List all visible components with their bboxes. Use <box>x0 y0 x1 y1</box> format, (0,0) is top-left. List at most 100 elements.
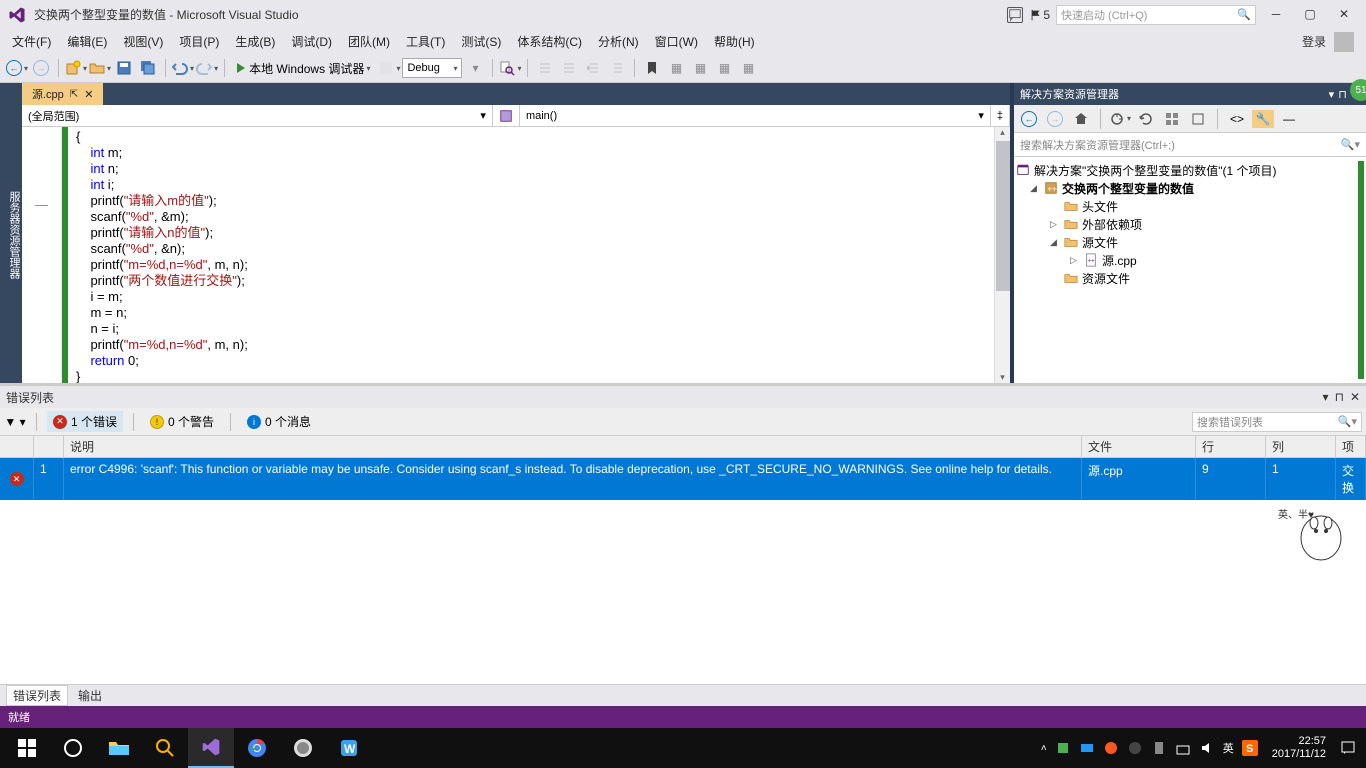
properties-icon[interactable]: 🔧 <box>1252 108 1274 130</box>
expand-icon[interactable]: ◢ <box>1050 237 1060 248</box>
menu-item[interactable]: 团队(M) <box>340 30 398 53</box>
menu-item[interactable]: 体系结构(C) <box>509 30 590 53</box>
forward-icon[interactable]: → <box>1044 108 1066 130</box>
start-debugging-button[interactable]: 本地 Windows 调试器 ▾ <box>231 57 376 79</box>
solution-config-dropdown[interactable]: Debug ▾ <box>402 58 462 78</box>
error-list-tab[interactable]: 错误列表 <box>6 685 68 706</box>
sogou-icon[interactable]: S <box>1242 740 1258 756</box>
notifications-flag[interactable]: 5 <box>1029 8 1050 22</box>
solution-search-input[interactable]: 搜索解决方案资源管理器(Ctrl+;) 🔍▾ <box>1014 133 1366 157</box>
action-center-icon[interactable] <box>1340 740 1356 756</box>
tray-icon-2[interactable] <box>1079 740 1095 756</box>
file-explorer-button[interactable] <box>96 728 142 768</box>
source-file-node[interactable]: ▷ ++ 源.cpp <box>1016 251 1358 269</box>
start-button[interactable] <box>4 728 50 768</box>
new-project-button[interactable]: ▾ <box>65 57 87 79</box>
chrome-button[interactable] <box>234 728 280 768</box>
undo-button[interactable]: ▾ <box>172 57 194 79</box>
pin-panel-icon[interactable]: ⊓ <box>1338 88 1347 101</box>
clock[interactable]: 22:57 2017/11/12 <box>1266 735 1332 761</box>
volume-icon[interactable] <box>1199 740 1215 756</box>
col-line[interactable]: 行 <box>1196 436 1266 457</box>
quick-launch-input[interactable]: 快速启动 (Ctrl+Q) 🔍 <box>1056 5 1256 25</box>
uncomment-button[interactable] <box>558 57 580 79</box>
external-deps-folder[interactable]: ▷ 外部依赖项 <box>1016 215 1358 233</box>
sync-icon[interactable]: ▾ <box>1109 108 1131 130</box>
menu-item[interactable]: 项目(P) <box>171 30 227 53</box>
pin-icon[interactable]: ⊓ <box>1335 390 1344 404</box>
menu-item[interactable]: 分析(N) <box>590 30 647 53</box>
open-file-button[interactable]: ▾ <box>89 57 111 79</box>
home-icon[interactable] <box>1070 108 1092 130</box>
source-folder[interactable]: ◢ 源文件 <box>1016 233 1358 251</box>
code-editor[interactable]: — { int m; int n; int i; printf("请输入m的值"… <box>22 127 1010 383</box>
error-search-input[interactable]: 搜索错误列表 🔍▾ <box>1192 412 1362 432</box>
server-explorer-tab[interactable]: 服务器资源管理器 <box>6 191 22 279</box>
expand-icon[interactable]: ▷ <box>1050 219 1060 230</box>
save-all-button[interactable] <box>137 57 159 79</box>
tray-chevron-icon[interactable]: ˄ <box>1041 743 1047 754</box>
menu-item[interactable]: 窗口(W) <box>647 30 706 53</box>
show-all-icon[interactable] <box>1187 108 1209 130</box>
app-button-1[interactable] <box>280 728 326 768</box>
menu-item[interactable]: 生成(B) <box>227 30 283 53</box>
project-node[interactable]: ◢ ++ 交换两个整型变量的数值 <box>1016 179 1358 197</box>
warnings-filter[interactable]: ! 0 个警告 <box>144 411 220 432</box>
save-button[interactable] <box>113 57 135 79</box>
solution-platform-dropdown[interactable]: ▾ <box>464 57 486 79</box>
close-tab-icon[interactable]: ✕ <box>84 88 93 101</box>
resource-folder[interactable]: ▷ 资源文件 <box>1016 269 1358 287</box>
network-icon[interactable] <box>1175 740 1191 756</box>
expand-icon[interactable]: ▷ <box>1070 255 1080 266</box>
tb-misc-3[interactable]: ▦ <box>713 57 735 79</box>
user-avatar-icon[interactable] <box>1334 32 1354 52</box>
comment-button[interactable] <box>534 57 556 79</box>
errors-filter[interactable]: ✕ 1 个错误 <box>47 411 123 432</box>
error-row[interactable]: ✕ 1 error C4996: 'scanf': This function … <box>0 458 1366 500</box>
col-desc[interactable]: 说明 <box>64 436 1082 457</box>
menu-item[interactable]: 帮助(H) <box>706 30 763 53</box>
search-button[interactable] <box>142 728 188 768</box>
menu-item[interactable]: 调试(D) <box>283 30 340 53</box>
sign-in-link[interactable]: 登录 <box>1302 33 1326 50</box>
menu-item[interactable]: 编辑(E) <box>59 30 115 53</box>
nav-back-button[interactable]: ←▾ <box>6 57 28 79</box>
menu-item[interactable]: 视图(V) <box>115 30 171 53</box>
bookmark-button[interactable] <box>641 57 663 79</box>
solution-root-node[interactable]: 解决方案"交换两个整型变量的数值"(1 个项目) <box>1016 161 1358 179</box>
scroll-thumb[interactable] <box>996 141 1010 291</box>
debug-target-dropdown[interactable]: ▾ <box>378 57 400 79</box>
output-tab[interactable]: 输出 <box>78 687 102 704</box>
collapse-icon[interactable] <box>1161 108 1183 130</box>
cortana-button[interactable] <box>50 728 96 768</box>
file-tab[interactable]: 源.cpp ⇱ ✕ <box>22 83 103 105</box>
expand-icon[interactable]: ◢ <box>1030 183 1040 194</box>
redo-button[interactable]: ▾ <box>196 57 218 79</box>
tb-misc-4[interactable]: ▦ <box>737 57 759 79</box>
messages-filter[interactable]: i 0 个消息 <box>241 411 317 432</box>
code-view-icon[interactable]: <> <box>1226 108 1248 130</box>
member-icon-dropdown[interactable] <box>493 105 520 126</box>
scope-dropdown[interactable]: (全局范围)▾ <box>22 105 493 126</box>
tray-icon-3[interactable] <box>1103 740 1119 756</box>
col-file[interactable]: 文件 <box>1082 436 1196 457</box>
panel-menu-icon[interactable]: ▾ <box>1329 88 1335 101</box>
nav-forward-button[interactable]: → <box>30 57 52 79</box>
maximize-button[interactable]: ▢ <box>1296 5 1324 25</box>
menu-item[interactable]: 测试(S) <box>453 30 509 53</box>
col-proj[interactable]: 项 <box>1336 436 1366 457</box>
col-num[interactable] <box>34 436 64 457</box>
menu-item[interactable]: 工具(T) <box>398 30 453 53</box>
find-in-files-button[interactable]: ▾ <box>499 57 521 79</box>
indent-button[interactable] <box>582 57 604 79</box>
split-button[interactable]: ‡ <box>991 105 1010 126</box>
app-button-2[interactable]: W <box>326 728 372 768</box>
filter-dropdown[interactable]: ▼ ▾ <box>4 411 26 433</box>
feedback-icon[interactable] <box>1007 7 1023 23</box>
member-dropdown[interactable]: main()▾ <box>520 105 991 126</box>
tray-icon-1[interactable] <box>1055 740 1071 756</box>
close-button[interactable]: ✕ <box>1330 5 1358 25</box>
tray-icon-4[interactable] <box>1127 740 1143 756</box>
panel-menu-icon[interactable]: ▾ <box>1323 390 1329 404</box>
col-col[interactable]: 列 <box>1266 436 1336 457</box>
